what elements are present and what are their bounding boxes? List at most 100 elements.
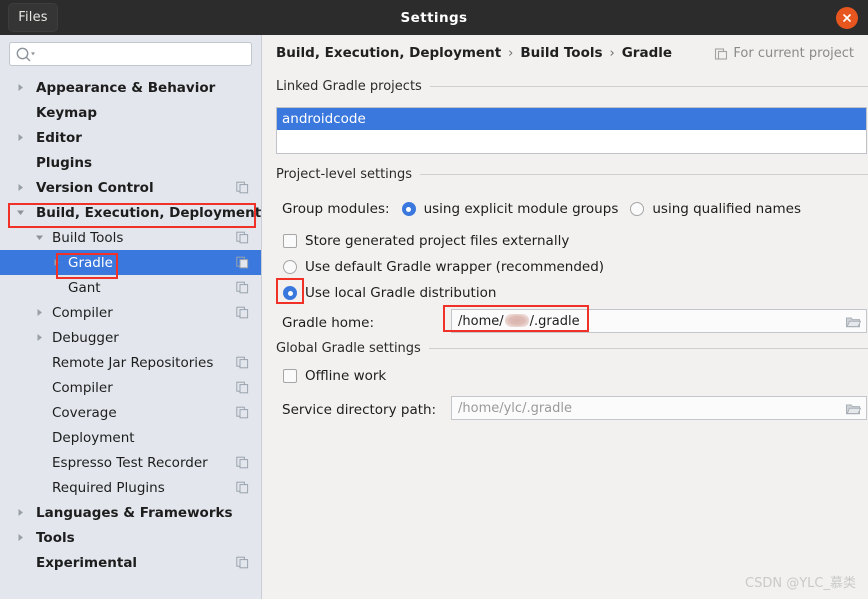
sidebar-item-label: Experimental bbox=[36, 554, 138, 571]
settings-tree[interactable]: Appearance & Behavior Keymap Editor Plugins… bbox=[0, 75, 261, 599]
redaction-blur bbox=[504, 313, 529, 327]
sidebar-item-espresso-test-recorder[interactable]: Espresso Test Recorder bbox=[0, 450, 261, 475]
copy-settings-icon[interactable] bbox=[236, 556, 249, 569]
radio-local-gradle-distribution[interactable]: Use local Gradle distribution bbox=[283, 285, 496, 301]
radio-explicit-module-groups[interactable]: using explicit module groups bbox=[401, 201, 619, 217]
sidebar-item-label: Gradle bbox=[68, 254, 113, 271]
files-button[interactable]: Files bbox=[8, 3, 58, 32]
radio-default-gradle-wrapper[interactable]: Use default Gradle wrapper (recommended) bbox=[283, 259, 604, 275]
sidebar-item-deployment[interactable]: Deployment bbox=[0, 425, 261, 450]
section-global-gradle-settings: Global Gradle settings bbox=[276, 341, 868, 356]
sidebar-item-remote-jar-repositories[interactable]: Remote Jar Repositories bbox=[0, 350, 261, 375]
sidebar-item-required-plugins[interactable]: Required Plugins bbox=[0, 475, 261, 500]
chevron-down-icon[interactable] bbox=[33, 232, 45, 244]
section-divider bbox=[428, 348, 868, 349]
copy-settings-icon[interactable] bbox=[236, 356, 249, 369]
sidebar-item-appearance-behavior[interactable]: Appearance & Behavior bbox=[0, 75, 261, 100]
sidebar-item-label: Coverage bbox=[52, 404, 117, 421]
folder-icon[interactable] bbox=[845, 401, 861, 416]
copy-settings-icon[interactable] bbox=[236, 306, 249, 319]
gradle-home-value: /home/ /.gradle bbox=[452, 313, 580, 329]
sidebar-item-tools[interactable]: Tools bbox=[0, 525, 261, 550]
search-box[interactable] bbox=[9, 42, 252, 66]
radio-explicit-module-groups-label: using explicit module groups bbox=[423, 201, 619, 217]
section-title: Global Gradle settings bbox=[276, 341, 421, 356]
chevron-down-icon[interactable] bbox=[14, 207, 26, 219]
radio-qualified-names[interactable]: using qualified names bbox=[630, 201, 801, 217]
sidebar-item-label: Build, Execution, Deployment bbox=[36, 204, 261, 221]
radio-local-gradle-distribution-indicator[interactable] bbox=[283, 286, 297, 300]
checkbox-store-generated-files-indicator[interactable] bbox=[283, 234, 297, 248]
sidebar-item-languages-frameworks[interactable]: Languages & Frameworks bbox=[0, 500, 261, 525]
search-icon bbox=[15, 46, 37, 63]
radio-qualified-names-indicator[interactable] bbox=[630, 202, 645, 216]
sidebar-item-label: Appearance & Behavior bbox=[36, 79, 216, 96]
gradle-home-field[interactable]: /home/ /.gradle bbox=[451, 309, 867, 333]
radio-local-gradle-distribution-label: Use local Gradle distribution bbox=[305, 285, 497, 301]
chevron-right-icon[interactable] bbox=[14, 132, 26, 144]
sidebar-item-editor[interactable]: Editor bbox=[0, 125, 261, 150]
sidebar-item-label: Keymap bbox=[36, 104, 98, 121]
sidebar-item-label: Languages & Frameworks bbox=[36, 504, 233, 521]
copy-settings-icon[interactable] bbox=[236, 256, 249, 269]
breadcrumb-part-2[interactable]: Build Tools bbox=[520, 45, 602, 61]
chevron-right-icon: › bbox=[508, 45, 514, 61]
checkbox-offline-work[interactable]: Offline work bbox=[283, 368, 386, 384]
sidebar-item-compiler[interactable]: Compiler bbox=[0, 375, 261, 400]
close-icon[interactable] bbox=[836, 7, 858, 29]
copy-settings-icon[interactable] bbox=[236, 456, 249, 469]
sidebar-item-label: Build Tools bbox=[52, 229, 124, 246]
sidebar-item-plugins[interactable]: Plugins bbox=[0, 150, 261, 175]
chevron-right-icon[interactable] bbox=[14, 182, 26, 194]
radio-explicit-module-groups-indicator[interactable] bbox=[401, 202, 416, 216]
copy-settings-icon[interactable] bbox=[236, 181, 249, 194]
radio-default-gradle-wrapper-indicator[interactable] bbox=[283, 260, 297, 274]
sidebar-item-label: Plugins bbox=[36, 154, 93, 171]
checkbox-offline-work-label: Offline work bbox=[305, 368, 387, 384]
search-input[interactable] bbox=[38, 43, 250, 65]
sidebar-item-build-tools[interactable]: Build Tools bbox=[0, 225, 261, 250]
sidebar-item-keymap[interactable]: Keymap bbox=[0, 100, 261, 125]
service-directory-label-text: Service directory path: bbox=[282, 402, 437, 418]
sidebar-item-build-execution-deployment[interactable]: Build, Execution, Deployment bbox=[0, 200, 261, 225]
service-directory-placeholder: /home/ylc/.gradle bbox=[458, 400, 573, 416]
chevron-right-icon[interactable] bbox=[14, 507, 26, 519]
sidebar-item-coverage[interactable]: Coverage bbox=[0, 400, 261, 425]
sidebar-item-label: Espresso Test Recorder bbox=[52, 454, 208, 471]
chevron-right-icon[interactable] bbox=[33, 307, 45, 319]
copy-settings-icon[interactable] bbox=[236, 381, 249, 394]
project-scope-icon bbox=[714, 47, 728, 61]
chevron-right-icon[interactable] bbox=[33, 332, 45, 344]
list-item[interactable]: androidcode bbox=[277, 108, 866, 130]
sidebar-item-label: Required Plugins bbox=[52, 479, 165, 496]
breadcrumb-part-3[interactable]: Gradle bbox=[622, 45, 672, 61]
sidebar-item-gradle[interactable]: Gradle bbox=[0, 250, 261, 275]
copy-settings-icon[interactable] bbox=[236, 231, 249, 244]
sidebar-item-label: Gant bbox=[68, 279, 101, 296]
sidebar-item-compiler[interactable]: Compiler bbox=[0, 300, 261, 325]
folder-icon[interactable] bbox=[845, 314, 861, 329]
sidebar-item-gant[interactable]: Gant bbox=[0, 275, 261, 300]
chevron-right-icon[interactable] bbox=[14, 82, 26, 94]
checkbox-offline-work-indicator[interactable] bbox=[283, 369, 297, 383]
service-directory-field[interactable]: /home/ylc/.gradle bbox=[451, 396, 867, 420]
section-title: Project-level settings bbox=[276, 167, 413, 182]
copy-settings-icon[interactable] bbox=[236, 281, 249, 294]
section-title: Linked Gradle projects bbox=[276, 79, 422, 94]
gradle-home-label-text: Gradle home: bbox=[282, 315, 375, 331]
sidebar-item-label: Compiler bbox=[52, 304, 113, 321]
sidebar-item-experimental[interactable]: Experimental bbox=[0, 550, 261, 575]
sidebar-item-label: Deployment bbox=[52, 429, 135, 446]
service-directory-label: Service directory path: bbox=[282, 402, 436, 418]
copy-settings-icon[interactable] bbox=[236, 406, 249, 419]
chevron-right-icon[interactable] bbox=[50, 257, 62, 269]
copy-settings-icon[interactable] bbox=[236, 481, 249, 494]
chevron-right-icon[interactable] bbox=[14, 532, 26, 544]
sidebar-item-label: Remote Jar Repositories bbox=[52, 354, 214, 371]
linked-projects-list[interactable]: androidcode bbox=[276, 107, 867, 154]
breadcrumb-part-1[interactable]: Build, Execution, Deployment bbox=[276, 45, 501, 61]
sidebar-item-debugger[interactable]: Debugger bbox=[0, 325, 261, 350]
settings-window: Settings Files Appearance & Behavior Keym… bbox=[0, 0, 868, 599]
sidebar-item-version-control[interactable]: Version Control bbox=[0, 175, 261, 200]
checkbox-store-generated-files[interactable]: Store generated project files externally bbox=[283, 233, 569, 249]
